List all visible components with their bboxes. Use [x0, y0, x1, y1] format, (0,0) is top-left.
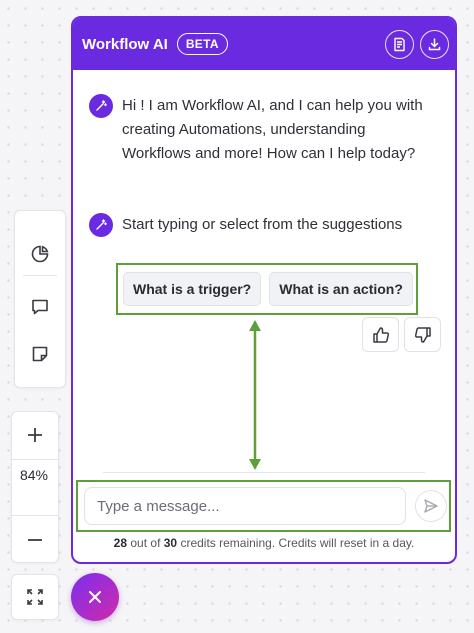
thumbs-up-button[interactable]: [362, 317, 399, 352]
fit-to-screen-button[interactable]: [11, 574, 59, 620]
zoom-out-button[interactable]: [12, 517, 58, 563]
chat-title: Workflow AI: [82, 35, 168, 53]
wand-icon: [96, 219, 107, 230]
history-button[interactable]: [385, 30, 414, 59]
comment-icon: [32, 299, 48, 315]
send-icon: [424, 499, 438, 513]
zoom-level: 84%: [19, 467, 49, 483]
annotation-arrow: [249, 320, 261, 470]
fullscreen-icon: [27, 589, 43, 605]
zoom-controls: [11, 411, 59, 563]
thumbs-down-icon: [414, 326, 431, 343]
ai-message: Start typing or select from the suggesti…: [89, 213, 435, 237]
chat-header: Workflow AI BETA: [73, 18, 455, 70]
zoom-in-button[interactable]: [12, 412, 58, 458]
add-sticky-note-button[interactable]: [15, 331, 65, 377]
close-chat-button[interactable]: [71, 573, 119, 621]
composer-highlight: [76, 480, 451, 532]
send-button[interactable]: [415, 490, 447, 522]
composer-divider: [103, 472, 425, 473]
chart-button[interactable]: [15, 231, 65, 277]
credits-used: 28: [113, 536, 128, 550]
thumbs-up-icon: [372, 326, 389, 343]
beta-badge: BETA: [176, 33, 228, 55]
workflow-ai-chat-panel: Workflow AI BETA Hi ! I am Workflow AI, …: [71, 16, 457, 564]
ai-avatar: [89, 213, 113, 237]
suggestion-chip-trigger[interactable]: What is a trigger?: [123, 272, 262, 306]
pie-chart-icon: [31, 245, 49, 263]
document-edit-icon: [394, 37, 405, 52]
credits-suffix: credits remaining. Credits will reset in…: [180, 536, 415, 550]
add-comment-button[interactable]: [15, 284, 65, 330]
ai-message-text: Start typing or select from the suggesti…: [122, 216, 403, 233]
close-icon: [89, 591, 101, 603]
credits-out-of: out of: [130, 536, 161, 550]
suggestions-highlight: What is a trigger? What is an action?: [116, 263, 418, 315]
download-button[interactable]: [420, 30, 449, 59]
sticky-note-icon: [32, 346, 48, 362]
thumbs-down-button[interactable]: [404, 317, 441, 352]
toolbar-divider: [23, 275, 57, 276]
credits-total: 30: [163, 536, 178, 550]
ai-message-text: Hi ! I am Workflow AI, and I can help yo…: [122, 97, 423, 162]
ai-avatar: [89, 94, 113, 118]
plus-icon: [28, 428, 42, 442]
download-icon: [428, 38, 441, 51]
wand-icon: [96, 100, 107, 111]
zoom-divider: [12, 515, 58, 516]
message-input[interactable]: [84, 487, 406, 525]
ai-message: Hi ! I am Workflow AI, and I can help yo…: [89, 94, 435, 166]
minus-icon: [28, 539, 42, 541]
suggestion-chip-action[interactable]: What is an action?: [269, 272, 413, 306]
canvas-tools-panel: [14, 210, 66, 388]
zoom-divider: [12, 459, 58, 460]
credits-info: 28 out of 30 credits remaining. Credits …: [73, 536, 455, 550]
